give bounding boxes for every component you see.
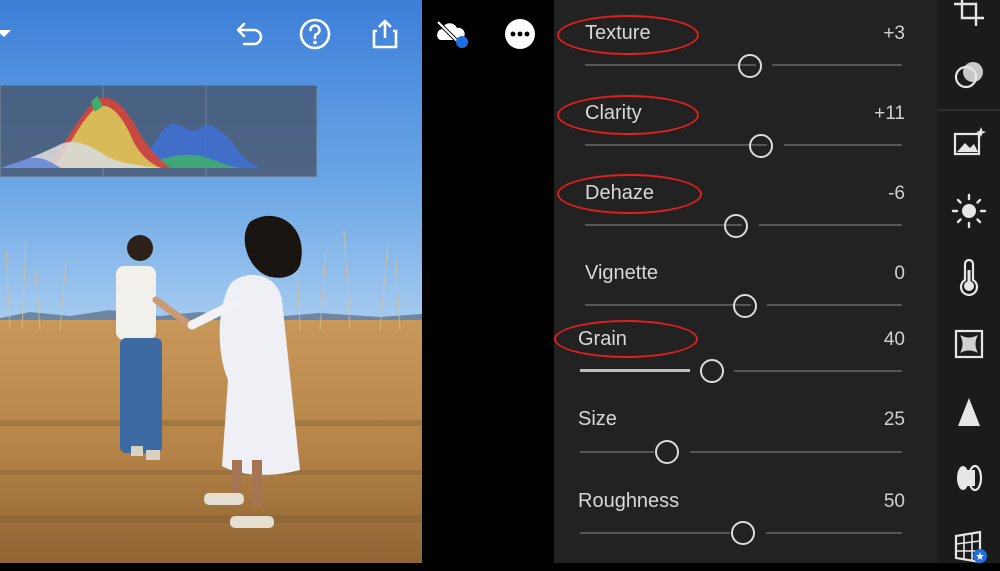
- slider-value: -6: [888, 183, 905, 204]
- slider-value: 40: [883, 329, 905, 350]
- light-icon[interactable]: [950, 192, 988, 230]
- slider-track[interactable]: [766, 532, 902, 534]
- toolbar-divider: [938, 109, 1000, 111]
- slider-label: Texture: [585, 22, 651, 44]
- histogram-graph: [1, 86, 261, 176]
- slider-track[interactable]: [585, 144, 767, 146]
- histogram[interactable]: [0, 85, 317, 177]
- slider-value: +3: [883, 23, 905, 44]
- more-icon[interactable]: [502, 16, 538, 52]
- slider-texture[interactable]: Texture +3: [554, 22, 938, 102]
- slider-track[interactable]: [759, 224, 902, 226]
- photo-canvas[interactable]: [0, 0, 422, 563]
- slider-thumb[interactable]: [655, 440, 679, 464]
- slider-dehaze[interactable]: Dehaze -6: [554, 182, 938, 262]
- slider-roughness[interactable]: Roughness 50: [554, 490, 938, 570]
- slider-thumb[interactable]: [700, 359, 724, 383]
- slider-label: Size: [578, 408, 617, 430]
- slider-label: Dehaze: [585, 182, 654, 204]
- slider-value: 25: [883, 409, 905, 430]
- slider-label: Grain: [578, 328, 627, 350]
- cloud-off-icon[interactable]: [432, 16, 468, 52]
- slider-thumb[interactable]: [731, 521, 755, 545]
- slider-track[interactable]: [580, 451, 654, 453]
- share-icon[interactable]: [367, 16, 403, 52]
- slider-track[interactable]: [734, 370, 902, 372]
- slider-clarity[interactable]: Clarity +11: [554, 102, 938, 182]
- slider-track[interactable]: [580, 532, 730, 534]
- slider-label: Clarity: [585, 102, 642, 124]
- slider-track[interactable]: [585, 304, 751, 306]
- selective-mask-icon[interactable]: [950, 56, 988, 94]
- slider-track[interactable]: [784, 144, 902, 146]
- undo-icon[interactable]: [230, 16, 266, 52]
- help-icon[interactable]: [297, 16, 333, 52]
- edit-toolbar: [938, 0, 1000, 566]
- slider-track[interactable]: [767, 304, 902, 306]
- chevron-down-icon[interactable]: [0, 26, 12, 40]
- slider-grain[interactable]: Grain 40: [554, 328, 938, 408]
- slider-thumb[interactable]: [749, 134, 773, 158]
- slider-track[interactable]: [772, 64, 902, 66]
- slider-label: Roughness: [578, 490, 680, 512]
- top-bar-extension: [422, 0, 554, 563]
- detail-icon[interactable]: [950, 394, 988, 432]
- slider-thumb[interactable]: [738, 54, 762, 78]
- slider-value: 50: [883, 491, 905, 512]
- presets-icon[interactable]: [950, 123, 988, 161]
- geometry-icon[interactable]: [950, 528, 988, 566]
- optics-icon[interactable]: [950, 459, 988, 497]
- slider-track[interactable]: [585, 64, 756, 66]
- effects-icon[interactable]: [950, 325, 988, 363]
- slider-thumb[interactable]: [724, 214, 748, 238]
- color-icon[interactable]: [950, 258, 988, 297]
- crop-icon[interactable]: [950, 0, 988, 30]
- slider-value: +11: [874, 103, 905, 124]
- slider-size[interactable]: Size 25: [554, 408, 938, 488]
- slider-label: Vignette: [585, 262, 659, 284]
- slider-thumb[interactable]: [733, 294, 757, 318]
- slider-track[interactable]: [690, 451, 902, 453]
- slider-track[interactable]: [585, 224, 742, 226]
- slider-value: 0: [894, 263, 905, 284]
- slider-fill[interactable]: [580, 369, 690, 372]
- effects-panel: Texture +3 Clarity +11 Dehaze -6 Vignett…: [554, 0, 938, 563]
